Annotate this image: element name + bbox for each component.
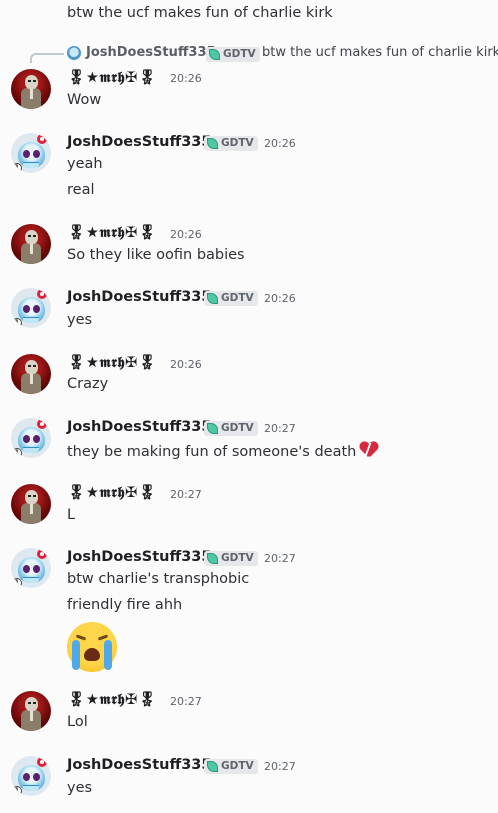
author-name[interactable]: JoshDoesStuff335 [67, 419, 211, 435]
message-text: yes [67, 312, 93, 328]
message-text: btw charlie's transphobic [67, 571, 250, 587]
timestamp[interactable]: 20:27 [170, 488, 202, 501]
leaf-icon [209, 49, 220, 60]
reply-guild-tag[interactable]: GDTV [206, 47, 260, 62]
avatar[interactable] [11, 354, 51, 394]
reply-spine [30, 53, 64, 63]
reply-reference[interactable]: JoshDoesStuff335 GDTV btw the ucf makes … [0, 42, 498, 64]
reply-avatar[interactable] [67, 46, 81, 60]
author-name[interactable]: 🎖★𝖒𝖗𝖍✠🎖 [67, 484, 157, 501]
avatar[interactable] [11, 69, 51, 109]
timestamp[interactable]: 20:26 [264, 137, 296, 150]
message-text: yeah [67, 156, 103, 172]
avatar[interactable]: 1 [11, 418, 51, 458]
message-text: Lol [67, 714, 88, 730]
author-name[interactable]: JoshDoesStuff335 [67, 757, 211, 773]
guild-tag[interactable]: GDTV [204, 551, 258, 566]
timestamp[interactable]: 20:27 [264, 552, 296, 565]
message-text: real [67, 182, 95, 198]
leaf-icon [207, 553, 218, 564]
guild-tag[interactable]: GDTV [204, 421, 258, 436]
author-name[interactable]: JoshDoesStuff335 [67, 549, 211, 565]
message-text: btw the ucf makes fun of charlie kirk [67, 5, 333, 21]
author-name[interactable]: JoshDoesStuff335 [67, 134, 211, 150]
avatar[interactable]: 1 [11, 133, 51, 173]
author-name[interactable]: 🎖★𝖒𝖗𝖍✠🎖 [67, 354, 157, 371]
author-name[interactable]: 🎖★𝖒𝖗𝖍✠🎖 [67, 69, 157, 86]
author-name[interactable]: 🎖★𝖒𝖗𝖍✠🎖 [67, 691, 157, 708]
timestamp[interactable]: 20:27 [170, 695, 202, 708]
avatar[interactable] [11, 224, 51, 264]
timestamp[interactable]: 20:26 [264, 292, 296, 305]
guild-tag[interactable]: GDTV [204, 759, 258, 774]
message-text: Crazy [67, 376, 109, 392]
timestamp[interactable]: 20:26 [170, 358, 202, 371]
broken-heart-icon[interactable] [360, 442, 378, 458]
message-text: friendly fire ahh [67, 597, 183, 613]
guild-tag[interactable]: GDTV [204, 136, 258, 151]
leaf-icon [207, 293, 218, 304]
avatar[interactable] [11, 484, 51, 524]
message-text-with-emoji: they be making fun of someone's death [67, 442, 378, 460]
avatar[interactable]: 1 [11, 756, 51, 796]
avatar[interactable]: 1 [11, 548, 51, 588]
reply-author[interactable]: JoshDoesStuff335 [86, 45, 216, 60]
reply-text[interactable]: btw the ucf makes fun of charlie kirk [262, 45, 498, 60]
message-text: So they like oofin babies [67, 247, 245, 263]
message-text: Wow [67, 92, 102, 108]
avatar[interactable]: 1 [11, 288, 51, 328]
author-name[interactable]: JoshDoesStuff335 [67, 289, 211, 305]
timestamp[interactable]: 20:26 [170, 228, 202, 241]
leaf-icon [207, 423, 218, 434]
leaf-icon [207, 761, 218, 772]
message-text: L [67, 507, 76, 523]
timestamp[interactable]: 20:27 [264, 760, 296, 773]
author-name[interactable]: 🎖★𝖒𝖗𝖍✠🎖 [67, 224, 157, 241]
loudly-crying-face-icon[interactable] [67, 622, 117, 672]
avatar[interactable] [11, 691, 51, 731]
leaf-icon [207, 138, 218, 149]
guild-tag[interactable]: GDTV [204, 291, 258, 306]
message-text: yes [67, 780, 93, 796]
timestamp[interactable]: 20:26 [170, 72, 202, 85]
timestamp[interactable]: 20:27 [264, 422, 296, 435]
